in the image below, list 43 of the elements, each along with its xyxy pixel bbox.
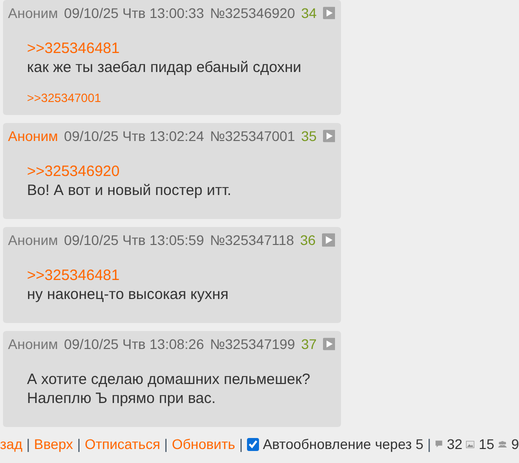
post-index: 36	[300, 231, 316, 249]
autoupdate-label: Автообновление через 5	[262, 435, 424, 453]
separator: |	[427, 435, 432, 453]
post-count: 32	[446, 435, 462, 453]
post-number-link[interactable]: №325347118	[210, 231, 294, 249]
separator: |	[77, 435, 81, 453]
nav-link[interactable]: зад	[0, 435, 22, 453]
post-author: Аноним	[8, 231, 58, 249]
separator: |	[26, 435, 30, 453]
post-date: 09/10/25 Чтв 13:08:26	[64, 335, 204, 353]
separator: |	[239, 435, 243, 453]
post-text: А хотите сделаю домашних пельмешек?	[27, 370, 312, 389]
image-count: 15	[478, 435, 494, 453]
post-number-link[interactable]: №325347001	[210, 127, 296, 145]
autoupdate-checkbox[interactable]	[246, 438, 259, 450]
post-text: Налеплю Ъ прямо при вас.	[27, 389, 217, 408]
post-index: 34	[301, 4, 317, 22]
nav-link[interactable]: Вверх	[34, 435, 74, 453]
post-text: как же ты заебал пидар ебаный сдохни	[27, 58, 302, 77]
play-icon[interactable]	[322, 233, 335, 247]
quote-link[interactable]: >>325346920	[27, 162, 335, 181]
separator: |	[164, 435, 168, 453]
post-number-link[interactable]: №325347199	[210, 335, 296, 353]
post-index: 37	[301, 335, 317, 353]
post-text: Во! А вот и новый постер итт.	[27, 181, 232, 200]
play-icon[interactable]	[322, 6, 335, 20]
post-author: Аноним	[8, 4, 58, 22]
post-author: Аноним	[8, 335, 58, 353]
play-icon[interactable]	[322, 129, 335, 143]
nav-link[interactable]: Отписаться	[84, 435, 160, 453]
post-text: ну наконец-то высокая кухня	[27, 285, 230, 304]
nav-link[interactable]: Обновить	[172, 435, 236, 453]
post-date: 09/10/25 Чтв 13:00:33	[64, 4, 204, 22]
quote-link[interactable]: >>325346481	[27, 266, 335, 285]
post-index: 35	[301, 127, 317, 145]
post-number-link[interactable]: №325346920	[210, 4, 296, 22]
reply-link[interactable]: >>325347001	[27, 91, 102, 105]
poster-count: 9	[511, 435, 519, 453]
quote-link[interactable]: >>325346481	[27, 39, 335, 58]
post-date: 09/10/25 Чтв 13:02:24	[64, 127, 204, 145]
post-date: 09/10/25 Чтв 13:05:59	[64, 231, 204, 249]
play-icon[interactable]	[322, 337, 335, 351]
post-author: Аноним	[8, 127, 58, 145]
